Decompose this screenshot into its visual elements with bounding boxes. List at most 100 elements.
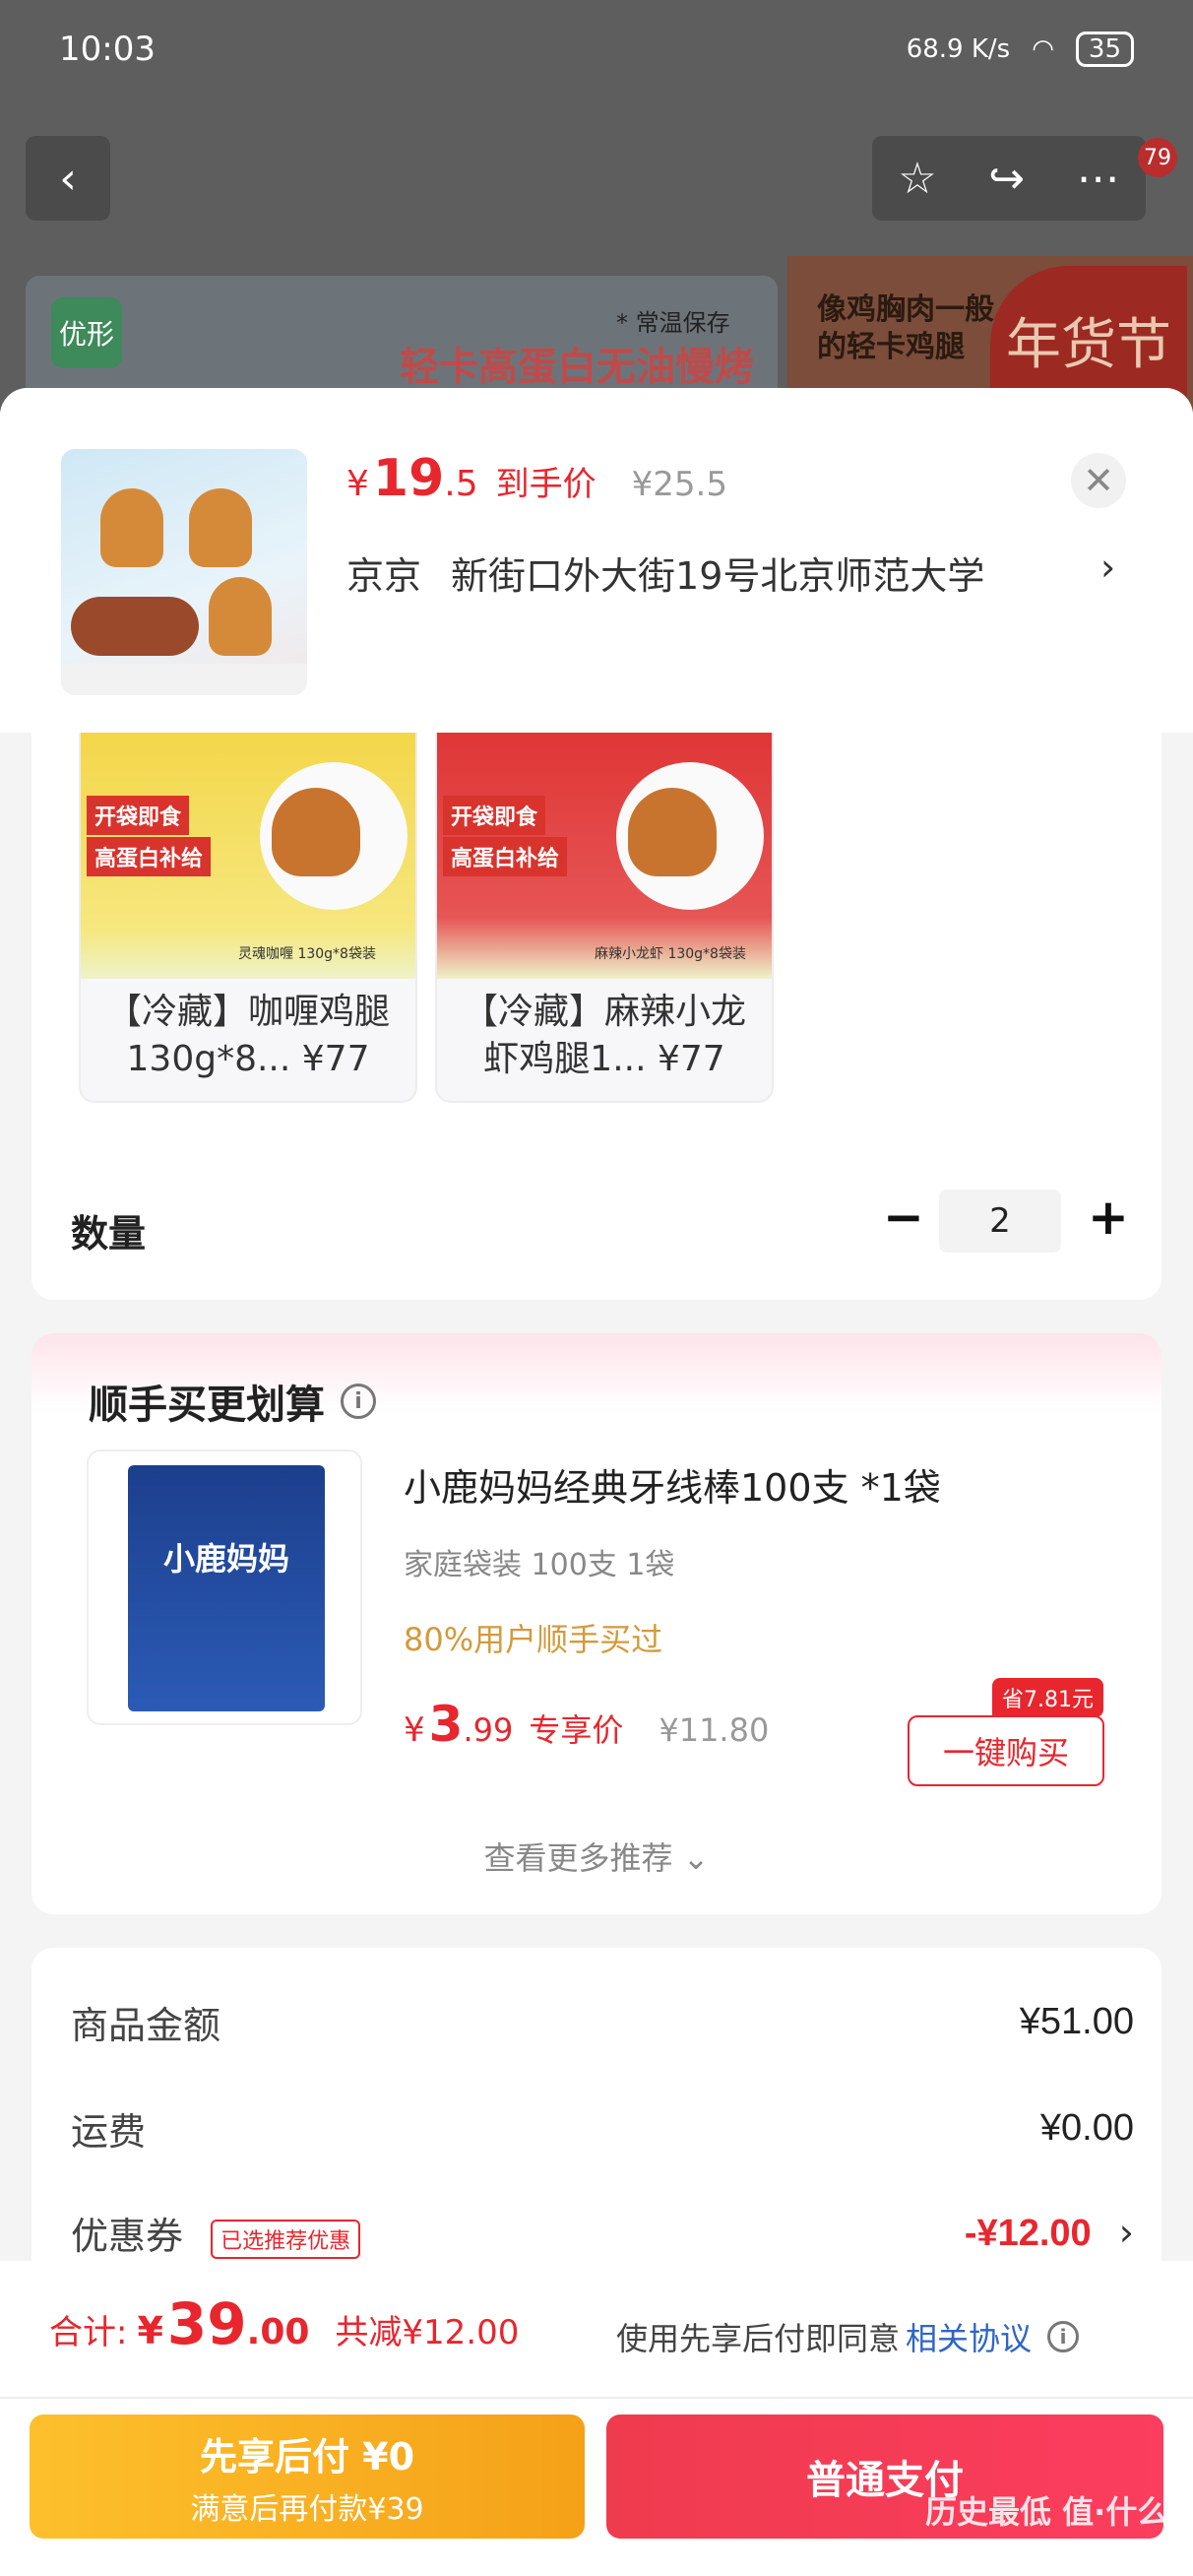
save-amount-badge: 省7.81元	[992, 1678, 1103, 1717]
variant-chicken	[628, 788, 717, 876]
coupon-value-group: -¥12.00 ›	[965, 2211, 1134, 2255]
festival-banner-text: 像鸡胸肉一般的轻卡鸡腿	[817, 292, 994, 364]
variant-image: 开袋即食 高蛋白补给 灵魂咖喱 130g*8袋装	[81, 733, 415, 979]
address-detail: 新街口外大街19号北京师范大学	[451, 554, 985, 598]
addon-title-text: 顺手买更划算	[89, 1383, 325, 1428]
original-price: ¥25.5	[631, 465, 727, 504]
share-icon[interactable]: ↪	[988, 154, 1025, 204]
addon-popularity: 80%用户顺手买过	[404, 1621, 663, 1658]
summary-row-coupon[interactable]: 优惠券 已选推荐优惠 -¥12.00 ›	[71, 2206, 1134, 2260]
variant-badge: 高蛋白补给	[443, 837, 568, 876]
total-integer: 39	[166, 2290, 247, 2357]
price-label: 到手价	[495, 465, 596, 504]
product-image-part	[61, 664, 307, 695]
addon-product-name[interactable]: 小鹿妈妈经典牙线棒100支 *1袋	[404, 1457, 941, 1512]
coupon-label-group: 优惠券 已选推荐优惠	[71, 2206, 361, 2260]
sheet-header: ¥ 19 .5 到手价 ¥25.5 ✕ 京京 新街口外大街19号北京师范大学 ›	[0, 388, 1193, 733]
variant-section: 开袋即食 高蛋白补给 灵魂咖喱 130g*8袋装 【冷藏】咖喱鸡腿130g*8.…	[31, 733, 1162, 1300]
addon-pack-image: 小鹿妈妈	[128, 1465, 325, 1711]
addon-price-symbol: ¥	[404, 1710, 425, 1750]
summary-value: ¥0.00	[1039, 2107, 1134, 2149]
summary-row-shipping: 运费 ¥0.00	[71, 2101, 1134, 2156]
summary-label: 商品金额	[71, 2004, 221, 2047]
total-symbol: ¥	[137, 2309, 163, 2352]
quantity-input[interactable]: 2	[939, 1190, 1061, 1253]
addon-original-price: ¥11.80	[659, 1711, 770, 1749]
close-button[interactable]: ✕	[1071, 453, 1126, 508]
quantity-decrease-button[interactable]: −	[874, 1188, 933, 1247]
more-recommendations-link[interactable]: 查看更多推荐 ⌄	[31, 1834, 1162, 1879]
variant-name: 【冷藏】咖喱鸡腿130g*8... ¥77	[105, 992, 390, 1079]
pay-later-title: 先享后付 ¥0	[199, 2435, 415, 2479]
watermark-sub: zhizhizhi.com	[1032, 2539, 1165, 2562]
price-decimal: .5	[444, 464, 478, 504]
addon-price-row: ¥ 3 .99 专享价 ¥11.80	[404, 1696, 769, 1753]
total-saved: 共减¥12.00	[335, 2313, 520, 2352]
net-speed: 68.9 K/s	[906, 34, 1011, 64]
product-thumbnail[interactable]	[61, 449, 307, 695]
chevron-left-icon: ‹	[59, 153, 77, 204]
addon-recommendation-card: 顺手买更划算 i 小鹿妈妈 小鹿妈妈经典牙线棒100支 *1袋 家庭袋装 100…	[31, 1333, 1162, 1914]
summary-row-goods: 商品金额 ¥51.00	[71, 1995, 1134, 2049]
total-row: 合计: ¥ 39 .00 共减¥12.00	[49, 2290, 519, 2357]
banner-note: * 常温保存	[616, 309, 730, 337]
back-button[interactable]: ‹	[26, 136, 110, 221]
summary-value: ¥51.00	[1019, 2001, 1134, 2042]
coupon-value: -¥12.00	[964, 2213, 1092, 2254]
variant-option[interactable]: 开袋即食 高蛋白补给 灵魂咖喱 130g*8袋装 【冷藏】咖喱鸡腿130g*8.…	[79, 733, 417, 1103]
variant-badge: 开袋即食	[87, 796, 190, 835]
variant-name: 【冷藏】麻辣小龙虾鸡腿1... ¥77	[462, 992, 746, 1079]
status-bar: 10:03 68.9 K/s ◠ 35	[0, 0, 1193, 98]
product-image-part	[209, 577, 272, 656]
agreement-row: 使用先享后付即同意 相关协议 i	[616, 2314, 1080, 2359]
divider	[0, 2397, 1193, 2399]
chevron-right-icon: ›	[1118, 2211, 1134, 2254]
info-icon[interactable]: i	[341, 1384, 376, 1419]
variant-caption: 麻辣小龙虾 130g*8袋装	[595, 946, 746, 962]
cart-count-badge: 79	[1138, 138, 1177, 177]
price-row: ¥ 19 .5 到手价 ¥25.5	[346, 449, 727, 508]
summary-label: 运费	[71, 2110, 147, 2154]
product-image-part	[71, 597, 199, 656]
status-icons: 68.9 K/s ◠ 35	[907, 32, 1134, 67]
pay-later-button[interactable]: 先享后付 ¥0 满意后再付款¥39	[30, 2415, 585, 2539]
battery-icon: 35	[1075, 32, 1134, 67]
delivery-address[interactable]: 京京 新街口外大街19号北京师范大学	[346, 546, 984, 600]
variant-option[interactable]: 开袋即食 高蛋白补给 麻辣小龙虾 130g*8袋装 【冷藏】麻辣小龙虾鸡腿1..…	[435, 733, 774, 1103]
coupon-tag: 已选推荐优惠	[211, 2219, 361, 2259]
addon-price-integer: 3	[428, 1696, 464, 1753]
watermark-left: 历史最低	[925, 2493, 1052, 2531]
pay-later-subtitle: 满意后再付款¥39	[190, 2492, 424, 2527]
more-icon[interactable]: ⋯	[1077, 154, 1120, 204]
product-image-part	[100, 488, 163, 567]
star-icon[interactable]: ☆	[898, 154, 936, 204]
addon-product-image[interactable]: 小鹿妈妈	[87, 1449, 362, 1725]
agreement-link[interactable]: 相关协议	[906, 2314, 1032, 2359]
purchase-sheet: ¥ 19 .5 到手价 ¥25.5 ✕ 京京 新街口外大街19号北京师范大学 ›…	[0, 388, 1193, 2576]
variant-caption: 灵魂咖喱 130g*8袋装	[238, 946, 376, 962]
quantity-increase-button[interactable]: +	[1079, 1188, 1138, 1247]
addon-price-label: 专享价	[529, 1711, 624, 1749]
address-city: 京京	[346, 554, 422, 598]
addon-product-spec: 家庭袋装 100支 1袋	[404, 1548, 675, 1582]
agreement-text: 使用先享后付即同意	[616, 2320, 901, 2357]
quantity-label: 数量	[71, 1212, 147, 1256]
price-integer: 19	[372, 449, 445, 508]
brand-logo: 优形	[51, 297, 122, 368]
coupon-label: 优惠券	[71, 2215, 184, 2258]
close-icon: ✕	[1083, 459, 1114, 502]
variant-chicken	[272, 788, 360, 876]
status-time: 10:03	[59, 30, 156, 69]
total-label: 合计:	[49, 2313, 128, 2352]
price-symbol: ¥	[346, 464, 369, 504]
one-click-buy-button[interactable]: 一键购买	[908, 1715, 1104, 1786]
total-decimal: .00	[246, 2312, 310, 2352]
product-image-part	[189, 488, 252, 567]
info-icon[interactable]: i	[1047, 2321, 1080, 2352]
variant-badge: 开袋即食	[443, 796, 546, 835]
addon-title: 顺手买更划算 i	[89, 1373, 376, 1430]
top-action-group: ☆ ↪ ⋯	[872, 136, 1146, 221]
wifi-icon: ◠	[1032, 34, 1054, 64]
variant-badge: 高蛋白补给	[87, 837, 212, 876]
chevron-right-icon[interactable]: ›	[1100, 546, 1115, 589]
